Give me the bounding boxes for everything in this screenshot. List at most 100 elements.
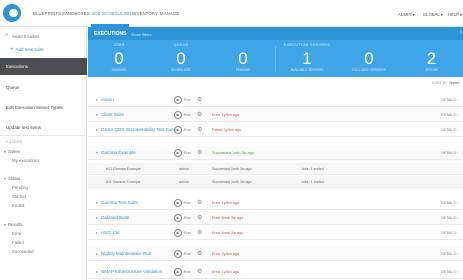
divider <box>0 135 86 136</box>
suite-name[interactable]: ▸ NMAP Infrastructure Validation <box>96 269 162 274</box>
details-label: DETAILS <box>441 128 456 132</box>
suite-name[interactable]: ▸ Admin <box>96 97 114 102</box>
filter-error[interactable]: Error <box>12 231 22 236</box>
filter-group-results[interactable]: ▾ Results <box>4 222 22 227</box>
filter-succeeded[interactable]: Succeeded <box>12 249 34 254</box>
run-button[interactable]: ▶ <box>174 111 182 119</box>
sidebar-item-queue[interactable]: Queue <box>6 85 20 90</box>
filter-started[interactable]: Started <box>12 194 26 199</box>
run-button[interactable]: ▶ <box>174 199 182 207</box>
stat-sublabel: RUNNING <box>111 68 127 72</box>
run-button[interactable]: ▶ <box>174 96 182 104</box>
suite-name-label: Gamma Example <box>101 150 136 155</box>
nav-tab-job-scheduling[interactable]: JOB SCHEDULING <box>92 11 132 16</box>
filter-group-status[interactable]: ▾ Status <box>4 176 20 181</box>
nav-tab-blueprints[interactable]: BLUEPRINTS <box>33 11 61 16</box>
suite-name[interactable]: ▸ ASCI Cld <box>96 230 120 235</box>
table-row-expanded[interactable]: ▾ Gamma Example ▶ Run ⚙ Succeeded 1mth 3w … <box>88 146 463 160</box>
details-link[interactable]: DETAILS › <box>441 128 458 132</box>
suite-name[interactable]: ▸ GSSA QDS Interoperability Test Suite <box>96 127 176 132</box>
add-new-suite-link[interactable]: + Add new suite <box>10 47 44 53</box>
run-button[interactable]: ▶ <box>174 250 182 258</box>
sidebar-item-executions[interactable]: Executions <box>0 58 87 75</box>
stat-sublabel: EXCLUDED SERVERS <box>352 68 386 72</box>
gear-icon[interactable]: ⚙ <box>197 199 202 206</box>
stat-value: 0 <box>364 49 374 68</box>
chevron-right-icon: ▸ <box>96 251 99 256</box>
sidebar: ⌕ +Add new suite Executions Queue Edit E… <box>0 27 87 280</box>
gear-icon[interactable]: ⚙ <box>197 111 202 118</box>
gear-icon[interactable]: ⚙ <box>197 149 202 156</box>
suite-name-label: Admin <box>101 97 114 102</box>
gear-icon[interactable]: ⚙ <box>197 126 202 133</box>
table-row[interactable]: ▸ NMAP Infrastructure Validation ▶ Run ⚙ E… <box>88 265 463 279</box>
run-button[interactable]: ▶ <box>174 126 182 134</box>
admin-menu[interactable]: ADMIN ▾ <box>398 12 415 17</box>
gear-icon[interactable]: ⚙ <box>197 214 202 221</box>
table-row[interactable]: ▸ Client Suite ▶ Run ⚙ Error 1y/5m ago DET… <box>88 108 463 122</box>
suite-name[interactable]: ▸ Nightly Maintenance Run <box>96 251 151 256</box>
table-row[interactable]: ▸ Gamma Test Suite ▶ Run ⚙ Error 1y/5m ago… <box>88 196 463 210</box>
filter-label: Started <box>12 194 26 199</box>
details-link[interactable]: DETAILS › <box>441 151 458 155</box>
run-button[interactable]: ▶ <box>174 214 182 222</box>
run-user: admin <box>179 167 189 171</box>
suite-name-label: ASCI Cld <box>101 230 120 235</box>
table-row[interactable]: ▸ GSSA QDS Interoperability Test Suite ▶ R… <box>88 123 463 137</box>
nav-tab-manage[interactable]: MANAGE <box>160 11 179 16</box>
table-row[interactable]: ▸ Nightly Maintenance Run ▶ Run ⚙ Error 2y… <box>88 247 463 261</box>
table-row[interactable]: ▸ ASCI Cld ▶ Run ⚙ Error 8mth 3w ago DETAI… <box>88 226 463 240</box>
help-menu[interactable]: HELP ▾ <box>448 12 462 17</box>
run-button[interactable]: ▶ <box>174 149 182 157</box>
gear-icon[interactable]: ⚙ <box>197 96 202 103</box>
gear-icon[interactable]: ⚙ <box>197 229 202 236</box>
nav-tab-inventory[interactable]: INVENTORY <box>132 11 158 16</box>
suite-name[interactable]: ▸ Oakland Suite <box>96 215 129 220</box>
app-logo[interactable] <box>3 4 21 22</box>
execution-run-row[interactable]: #11 Gamma Example admin Succeeded 1mth 3… <box>88 176 463 188</box>
details-link[interactable]: DETAILS › <box>441 216 458 220</box>
run-label: Run <box>184 151 191 155</box>
domain-menu[interactable]: GLOBAL ▾ <box>423 12 443 17</box>
suite-name[interactable]: ▸ Gamma Test Suite <box>96 200 138 205</box>
sort-control[interactable]: SORT BY Name <box>432 81 459 85</box>
suite-name[interactable]: ▾ Gamma Example <box>96 150 136 155</box>
add-new-suite-label: Add new suite <box>15 47 44 52</box>
filter-label: Ended <box>12 203 25 208</box>
run-label: Run <box>184 270 191 274</box>
run-button[interactable]: ▶ <box>174 229 182 237</box>
run-button[interactable]: ▶ <box>174 268 182 276</box>
gear-icon[interactable]: ⚙ <box>197 250 202 257</box>
run-label: Run <box>184 231 191 235</box>
stat-scheduled: QUEUE 0 SCHEDULED <box>150 40 212 77</box>
details-label: DETAILS <box>441 201 456 205</box>
status-text: Error 1y/5m ago <box>212 113 240 117</box>
filter-my-executions[interactable]: My executions <box>12 158 39 163</box>
table-row[interactable]: ▸ Admin ▶ Run ⚙ DETAILS › <box>88 93 463 107</box>
sidebar-item-update-test-items[interactable]: Update test items <box>6 125 41 130</box>
sort-value: Name <box>449 81 459 85</box>
stat-value: 0 <box>238 49 248 68</box>
filter-pending[interactable]: Pending <box>12 185 28 190</box>
filter-failed[interactable]: Failed <box>12 240 24 245</box>
nav-tab-sandboxes[interactable]: SANDBOXES <box>62 11 90 16</box>
search-input[interactable] <box>12 31 84 41</box>
details-link[interactable]: DETAILS › <box>441 252 458 256</box>
execution-run-row[interactable]: #13 Gamma Example admin Succeeded 1mth 3… <box>88 163 463 175</box>
details-link[interactable]: DETAILS › <box>441 98 458 102</box>
details-link[interactable]: DETAILS › <box>441 201 458 205</box>
gear-icon[interactable]: ⚙ <box>197 268 202 275</box>
filter-group-suites[interactable]: ▾ Suites <box>4 149 20 154</box>
table-row[interactable]: ▸ Oakland Suite ▶ Run ⚙ Error 8mth 3w ago … <box>88 211 463 225</box>
suite-name[interactable]: ▸ Client Suite <box>96 112 124 117</box>
run-label: Run <box>184 113 191 117</box>
details-link[interactable]: DETAILS › <box>441 113 458 117</box>
details-link[interactable]: DETAILS › <box>441 270 458 274</box>
filter-ended[interactable]: Ended <box>12 203 24 208</box>
chevron-right-icon[interactable]: › <box>460 29 462 36</box>
show-filters-link[interactable]: Show filters <box>131 32 152 37</box>
chevron-down-icon: ▾ <box>4 176 7 181</box>
details-link[interactable]: DETAILS › <box>441 231 458 235</box>
sidebar-item-edit-execution-server-types[interactable]: Edit Execution Server Types <box>6 105 62 110</box>
chevron-right-icon: ▸ <box>96 269 99 274</box>
